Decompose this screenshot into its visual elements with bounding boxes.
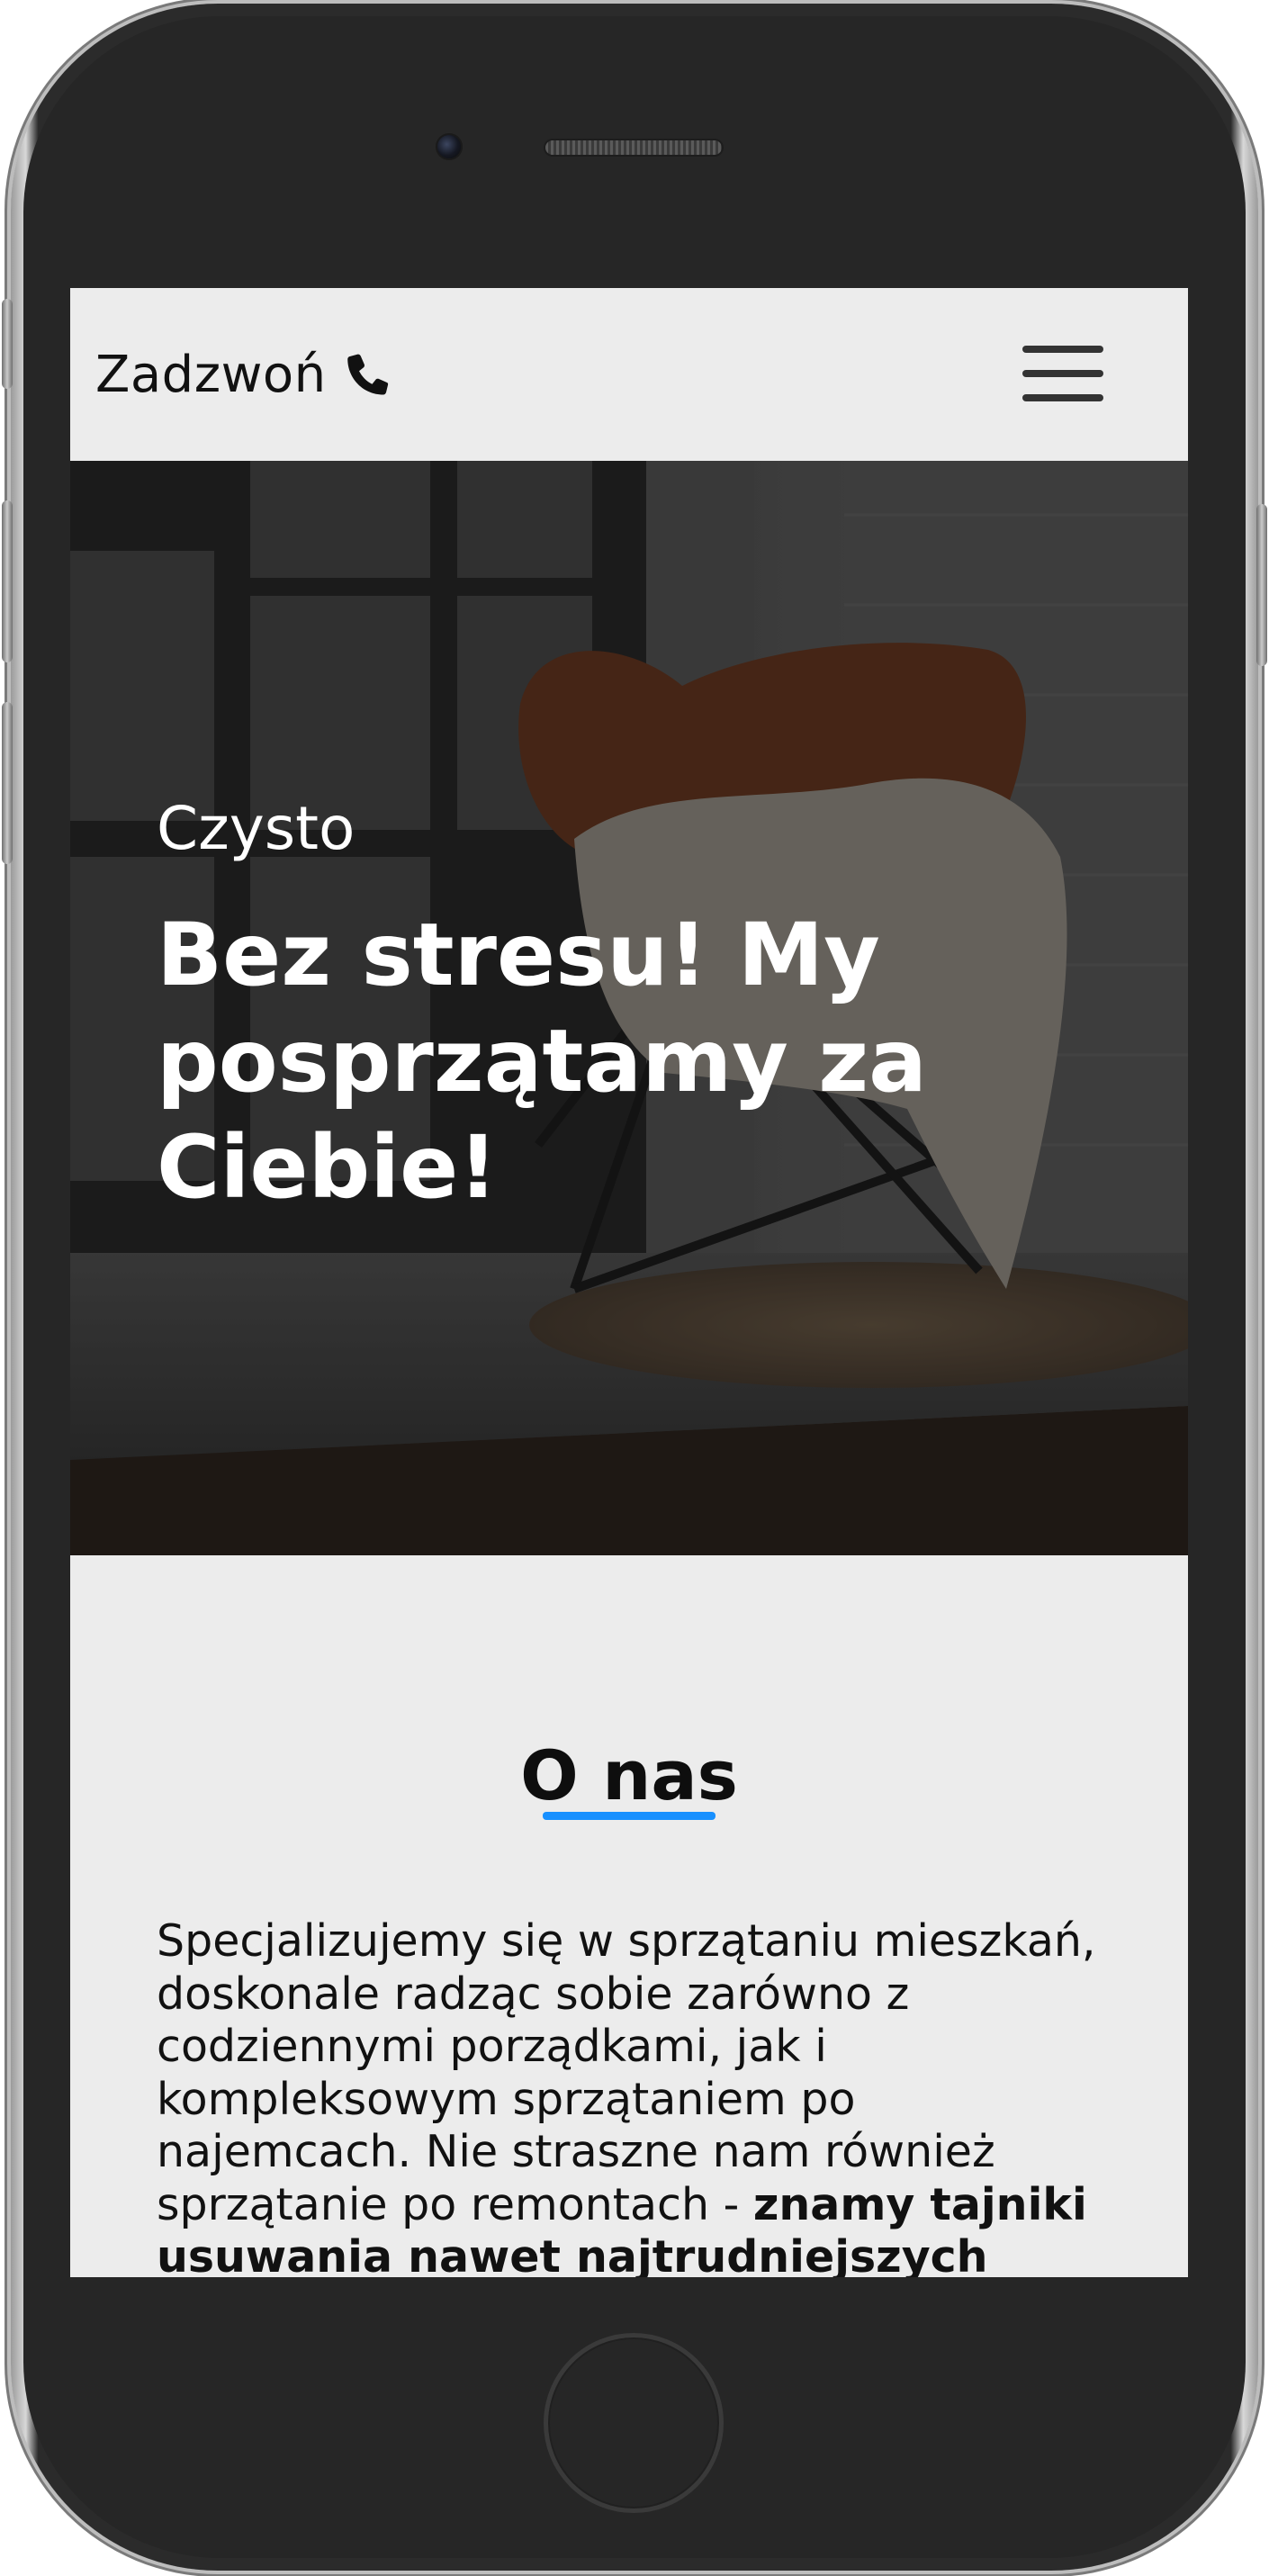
about-title: O nas <box>520 1735 738 1815</box>
volume-up-button <box>2 500 13 662</box>
phone-icon <box>341 347 395 401</box>
hamburger-menu-icon[interactable] <box>1015 333 1114 414</box>
phone-screen: Zadzwoń Czysto Bez stresu! My posprzątam… <box>70 288 1188 2277</box>
home-button-icon[interactable] <box>544 2333 724 2513</box>
call-label: Zadzwoń <box>95 345 327 404</box>
volume-down-button <box>2 702 13 864</box>
speaker-icon <box>544 139 724 157</box>
about-title-underline <box>543 1812 716 1820</box>
about-section: O nas Specjalizujemy się w sprzątaniu mi… <box>70 1555 1188 2277</box>
mute-switch <box>2 299 13 389</box>
power-button <box>1256 504 1267 666</box>
hero-title: Bez stresu! My posprzątamy za Ciebie! <box>157 905 927 1218</box>
navbar: Zadzwoń <box>70 288 1188 461</box>
hero-section: Czysto Bez stresu! My posprzątamy za Cie… <box>70 461 1188 1555</box>
call-link[interactable]: Zadzwoń <box>95 338 395 410</box>
camera-icon <box>436 133 463 160</box>
about-text: Specjalizujemy się w sprzątaniu mieszkań… <box>157 1915 1111 2277</box>
hero-kicker: Czysto <box>157 794 356 863</box>
